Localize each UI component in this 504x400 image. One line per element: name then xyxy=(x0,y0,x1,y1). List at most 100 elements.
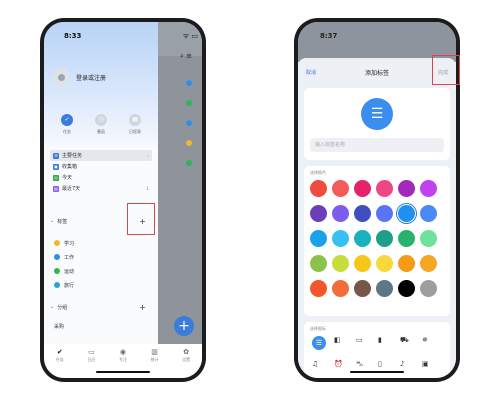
nav-item-main-tasks[interactable]: ☰ 主要任务 › xyxy=(50,150,152,161)
nav-item-label: 最近7天 xyxy=(62,186,81,192)
check-icon: ✔ xyxy=(56,348,63,356)
laptop-icon[interactable]: ▭ xyxy=(356,336,363,344)
quick-action-pomodoro[interactable]: ◷ 番茄 xyxy=(95,114,107,135)
color-swatch[interactable] xyxy=(420,280,437,297)
list-item[interactable]: 采购 xyxy=(54,323,64,330)
quick-action-tasks[interactable]: ✓ 任务 xyxy=(61,114,73,135)
nav-item-today[interactable]: ◎ 今天 xyxy=(50,172,152,183)
color-swatch[interactable] xyxy=(310,255,327,272)
focus-icon: ◉ xyxy=(119,348,127,356)
tab-focus[interactable]: ◉ 专注 xyxy=(119,348,127,378)
color-swatch[interactable] xyxy=(420,180,437,197)
user-icon xyxy=(57,73,65,81)
tag-icon xyxy=(54,254,60,260)
quick-action-label: 番茄 xyxy=(97,129,105,134)
tab-stats[interactable]: ▥ 统计 xyxy=(151,348,159,378)
bus-icon[interactable]: ▣ xyxy=(422,360,429,368)
add-tag-sheet: 取消 添加标签 完成 ☰ 选择颜色 选择图标 ☰◧▭▮⛟✵♫⏰⛍▯♪▣ xyxy=(298,58,456,378)
color-swatch[interactable] xyxy=(398,180,415,197)
color-swatch[interactable] xyxy=(354,255,371,272)
login-register-label: 登录或注册 xyxy=(76,74,107,82)
add-list-button[interactable]: + xyxy=(139,303,146,312)
color-swatch[interactable] xyxy=(354,230,371,247)
color-section-label: 选择颜色 xyxy=(310,170,326,175)
book-icon[interactable]: ▮ xyxy=(378,336,382,344)
cart-icon[interactable]: ⛟ xyxy=(400,336,409,345)
tab-settings[interactable]: ✿ 设置 xyxy=(182,348,190,378)
list-icon: ☰ xyxy=(370,106,384,122)
color-swatch[interactable] xyxy=(376,205,393,222)
run-icon[interactable]: ✵ xyxy=(422,336,428,344)
list-icon[interactable]: ☰ xyxy=(312,336,326,350)
color-swatch[interactable] xyxy=(376,180,393,197)
tab-label: 日历 xyxy=(87,357,96,362)
tag-icon xyxy=(54,282,60,288)
calendar-icon: ▦ xyxy=(129,114,141,126)
tab-label: 统计 xyxy=(150,357,159,362)
color-swatch[interactable] xyxy=(332,280,349,297)
color-swatch[interactable] xyxy=(398,205,415,222)
quick-action-label: 任务 xyxy=(63,129,71,134)
color-swatch[interactable] xyxy=(310,205,327,222)
color-swatch[interactable] xyxy=(420,255,437,272)
color-swatch[interactable] xyxy=(398,280,415,297)
tag-item-travel[interactable]: 旅行 xyxy=(54,278,74,292)
bottom-tab-bar: ✔ 任务 ▭ 日历 ◉ 专注 ▥ 统计 ✿ 设置 xyxy=(44,344,202,378)
checklist-icon: ✓ xyxy=(61,114,73,126)
quick-actions: ✓ 任务 ◷ 番茄 ▦ 日程表 xyxy=(50,114,152,135)
tag-preview-card: ☰ xyxy=(304,88,450,160)
color-swatch[interactable] xyxy=(310,180,327,197)
tab-tasks[interactable]: ✔ 任务 xyxy=(56,348,64,378)
color-swatch[interactable] xyxy=(376,230,393,247)
tag-label: 运动 xyxy=(64,268,75,275)
color-swatch[interactable] xyxy=(354,205,371,222)
bell-icon[interactable]: ♪ xyxy=(400,360,404,368)
color-swatch[interactable] xyxy=(354,180,371,197)
toggle-icon[interactable]: ◧ xyxy=(334,336,341,344)
add-task-fab[interactable]: + xyxy=(174,316,194,336)
background-dot xyxy=(186,100,192,106)
color-swatch[interactable] xyxy=(310,230,327,247)
lists-section-header[interactable]: ⌄ 分组 + xyxy=(50,302,152,312)
tag-name-input[interactable] xyxy=(310,138,444,152)
list-icon: ☰ xyxy=(53,152,59,159)
color-swatch[interactable] xyxy=(398,230,415,247)
week-icon: ▤ xyxy=(53,185,59,192)
color-swatch[interactable] xyxy=(332,255,349,272)
tab-label: 设置 xyxy=(182,357,191,362)
tag-label: 工作 xyxy=(64,254,75,261)
color-swatch[interactable] xyxy=(332,230,349,247)
background-toolbar-icons: ⌕ ≡ xyxy=(179,52,192,60)
status-time: 8:33 xyxy=(64,32,82,40)
tag-label: 旅行 xyxy=(64,282,75,289)
color-swatch[interactable] xyxy=(310,280,327,297)
color-swatch[interactable] xyxy=(332,205,349,222)
tab-calendar[interactable]: ▭ 日历 xyxy=(87,348,95,378)
nav-item-count: 1 xyxy=(146,186,149,191)
tag-item-work[interactable]: 工作 xyxy=(54,250,74,264)
headphones-icon[interactable]: ♫ xyxy=(312,360,318,368)
login-register-row[interactable]: 登录或注册 xyxy=(52,68,106,86)
color-swatch[interactable] xyxy=(376,280,393,297)
color-swatch[interactable] xyxy=(354,280,371,297)
color-swatch[interactable] xyxy=(398,255,415,272)
phone-icon[interactable]: ▯ xyxy=(378,360,382,368)
icon-section-label: 选择图标 xyxy=(310,326,326,331)
nav-list: ☰ 主要任务 › ▣ 收集箱 ◎ 今天 ▤ 最近7天 1 xyxy=(50,150,152,194)
alarm-icon[interactable]: ⏰ xyxy=(334,360,343,368)
quick-action-schedule[interactable]: ▦ 日程表 xyxy=(129,114,141,135)
tab-label: 专注 xyxy=(118,357,127,362)
color-swatch[interactable] xyxy=(420,205,437,222)
color-swatch[interactable] xyxy=(420,230,437,247)
nav-item-inbox[interactable]: ▣ 收集箱 xyxy=(50,161,152,172)
chevron-down-icon: ⌄ xyxy=(50,218,55,224)
nav-item-next-7-days[interactable]: ▤ 最近7天 1 xyxy=(50,183,152,194)
tag-item-exercise[interactable]: 运动 xyxy=(54,264,74,278)
gear-icon: ✿ xyxy=(183,348,190,356)
nav-item-label: 收集箱 xyxy=(62,164,78,170)
color-swatch[interactable] xyxy=(332,180,349,197)
tag-item-study[interactable]: 学习 xyxy=(54,236,74,250)
color-swatch[interactable] xyxy=(376,255,393,272)
car-icon[interactable]: ⛍ xyxy=(356,360,363,369)
status-icons: ᯤ ▭ xyxy=(182,32,198,40)
